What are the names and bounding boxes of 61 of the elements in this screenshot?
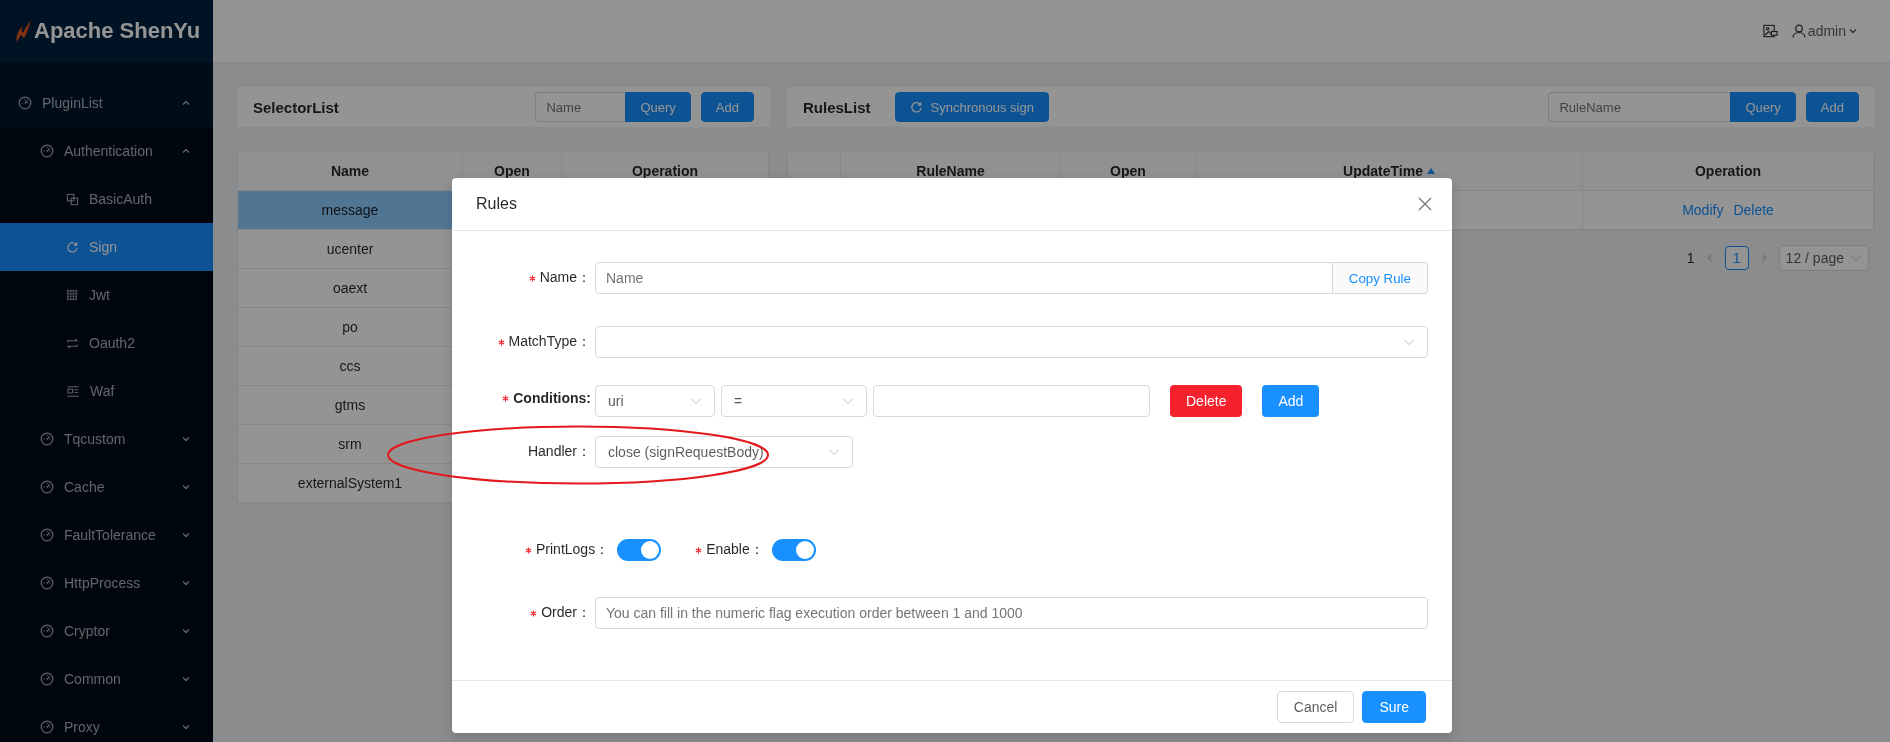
search-field[interactable]: Name bbox=[535, 92, 626, 122]
menu-item[interactable]: Waf bbox=[0, 367, 213, 415]
add-button[interactable]: Add bbox=[1262, 385, 1320, 417]
menu-group[interactable]: Authentication bbox=[0, 127, 213, 175]
menu-group[interactable]: PluginList bbox=[0, 79, 213, 127]
add-button[interactable]: Add bbox=[1805, 92, 1859, 122]
select-field[interactable] bbox=[595, 326, 1428, 358]
menu-item[interactable]: Jwt bbox=[0, 271, 213, 319]
text-field[interactable]: You can fill in the numeric flag execution order between 1 and 1000 bbox=[595, 597, 1428, 629]
delete-button[interactable]: Delete bbox=[1170, 385, 1243, 417]
select-field[interactable]: = bbox=[721, 385, 867, 417]
text-field[interactable]: Name bbox=[595, 262, 1333, 294]
flame-logo-icon bbox=[14, 18, 32, 44]
panel-title: SelectorList bbox=[253, 98, 340, 116]
page-number[interactable]: 1 bbox=[1724, 246, 1749, 270]
menu-group[interactable]: Common bbox=[0, 655, 213, 703]
query-button[interactable]: Query bbox=[1730, 92, 1796, 122]
action-link[interactable]: Modify bbox=[1682, 202, 1724, 218]
add-button[interactable]: Add bbox=[700, 92, 754, 122]
field-label: Name： bbox=[476, 269, 595, 287]
user-menu[interactable]: admin bbox=[1791, 23, 1880, 39]
user-icon bbox=[1791, 24, 1806, 38]
total-count: 1 bbox=[1686, 250, 1695, 266]
close-icon[interactable] bbox=[1418, 197, 1432, 211]
image-icon[interactable] bbox=[1762, 23, 1778, 39]
app-logo: Apache ShenYu bbox=[34, 18, 201, 44]
cancel-button[interactable]: Cancel bbox=[1276, 691, 1355, 723]
reload-icon bbox=[66, 240, 79, 254]
field-label: Order： bbox=[476, 604, 595, 622]
toggle-switch[interactable] bbox=[771, 539, 816, 561]
column-header[interactable]: Operation bbox=[1583, 152, 1874, 191]
page-size-select[interactable]: 12 / page bbox=[1778, 245, 1869, 271]
sure-button[interactable]: Sure bbox=[1362, 691, 1426, 723]
menu-group[interactable]: Tqcustom bbox=[0, 415, 213, 463]
menu-group[interactable]: Cache bbox=[0, 463, 213, 511]
field-label: Conditions: bbox=[476, 385, 595, 406]
panel-title: RulesList bbox=[803, 98, 871, 116]
toggle-switch[interactable] bbox=[617, 539, 662, 561]
query-button[interactable]: Query bbox=[625, 92, 691, 122]
select-field[interactable]: close (signRequestBody) bbox=[595, 436, 853, 468]
menu-item[interactable]: Sign bbox=[0, 223, 213, 271]
field-label: MatchType： bbox=[476, 333, 595, 351]
text-field[interactable] bbox=[873, 385, 1150, 417]
menu-item[interactable]: BasicAuth bbox=[0, 175, 213, 223]
menu-group[interactable]: Proxy bbox=[0, 703, 213, 742]
menu-group[interactable]: Cryptor bbox=[0, 607, 213, 655]
column-header: Name bbox=[238, 152, 463, 191]
menu-item[interactable]: Oauth2 bbox=[0, 319, 213, 367]
field-label: PrintLogs： bbox=[525, 541, 614, 559]
modal-title: Rules bbox=[476, 195, 517, 213]
sort-icon[interactable] bbox=[1426, 168, 1435, 174]
reload-icon bbox=[909, 100, 923, 114]
field-label: Handler： bbox=[526, 443, 592, 461]
sync-button[interactable]: Synchronous sign bbox=[894, 92, 1049, 122]
menu-group[interactable]: HttpProcess bbox=[0, 559, 213, 607]
field-label: Enable： bbox=[695, 541, 768, 559]
select-field[interactable]: uri bbox=[595, 385, 715, 417]
action-link[interactable]: Delete bbox=[1733, 202, 1774, 218]
copy-rule-button[interactable]: Copy Rule bbox=[1332, 262, 1428, 294]
search-field[interactable]: RuleName bbox=[1548, 92, 1731, 122]
menu-group[interactable]: FaultTolerance bbox=[0, 511, 213, 559]
